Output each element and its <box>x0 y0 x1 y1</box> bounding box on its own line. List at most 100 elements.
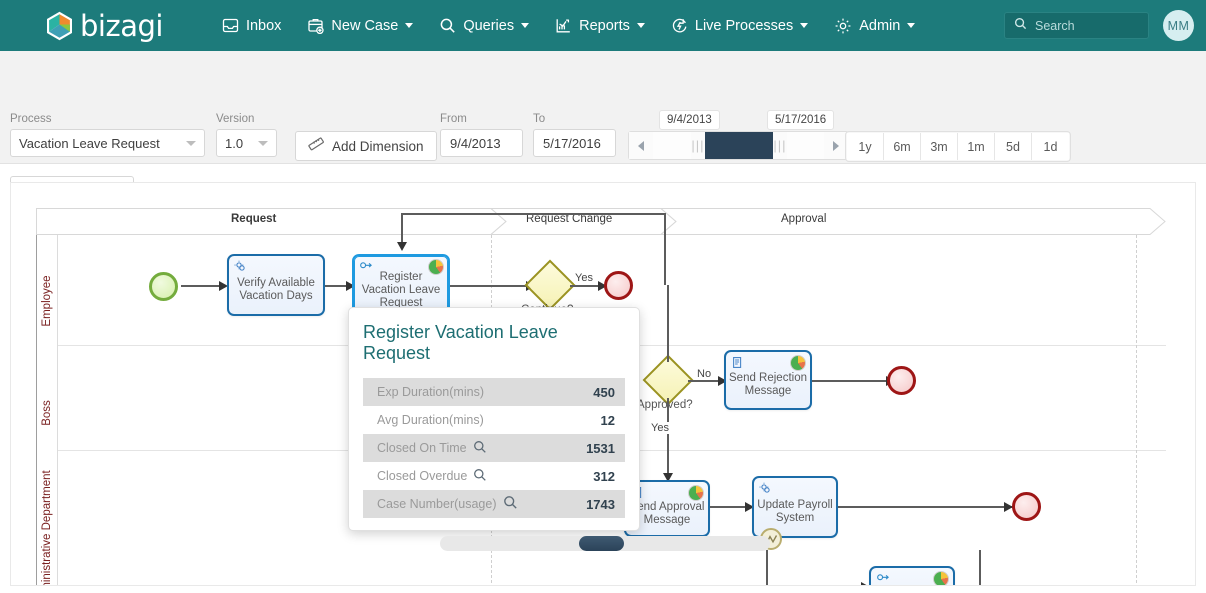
brand-logo[interactable]: bizagi <box>46 11 163 41</box>
task-verify-available-vacation-days[interactable]: Verify Available Vacation Days <box>227 254 325 316</box>
sequence-flow <box>664 213 666 285</box>
period-button-3m[interactable]: 3m <box>921 133 958 160</box>
metric-key: Exp Duration(mins) <box>377 385 484 399</box>
nav-label-admin: Admin <box>859 17 901 34</box>
scrollbar-thumb[interactable] <box>579 536 624 551</box>
nav-item-reports[interactable]: Reports <box>542 9 658 42</box>
reports-chart-icon <box>555 17 572 34</box>
metric-row-closed-overdue: Closed Overdue 312 <box>363 462 625 490</box>
version-select-value: 1.0 <box>225 135 244 151</box>
metric-key: Case Number(usage) <box>377 497 497 511</box>
to-date-input[interactable]: 5/17/2016 <box>533 129 616 157</box>
chevron-down-icon <box>521 23 530 28</box>
from-field: From 9/4/2013 <box>440 113 523 157</box>
flow-label-yes: Yes <box>574 272 594 284</box>
user-avatar[interactable]: MM <box>1163 10 1194 41</box>
diagram-horizontal-scrollbar[interactable] <box>440 536 770 551</box>
version-label: Version <box>216 113 255 125</box>
to-date-value: 5/17/2016 <box>543 135 601 151</box>
gateway-continue[interactable] <box>524 259 576 311</box>
range-tooltip-left: 9/4/2013 <box>659 110 720 130</box>
search-input[interactable] <box>1033 17 1143 34</box>
end-event-boss[interactable] <box>887 366 916 395</box>
new-case-icon <box>307 17 325 34</box>
task-send-rejection-message[interactable]: Send Rejection Message <box>724 350 812 410</box>
process-select[interactable]: Vacation Leave Request <box>10 129 205 157</box>
range-handle-right[interactable]: ||| <box>773 132 787 159</box>
chevron-down-icon <box>907 23 916 28</box>
process-select-value: Vacation Leave Request <box>19 135 160 151</box>
end-event-administrative[interactable] <box>1012 492 1041 521</box>
flow-arrow-icon <box>397 242 407 251</box>
range-prev-button[interactable] <box>629 132 653 159</box>
version-field: Version 1.0 <box>216 113 277 157</box>
sequence-flow <box>181 285 223 287</box>
sequence-flow <box>450 285 534 287</box>
nav-item-admin[interactable]: Admin <box>821 9 928 43</box>
phase-label-approval: Approval <box>781 213 827 225</box>
nav-item-inbox[interactable]: Inbox <box>209 9 294 42</box>
task-update-payroll[interactable]: Update Payroll <box>869 566 955 585</box>
inbox-icon <box>222 17 239 34</box>
nav-right-cluster: MM <box>1004 0 1194 51</box>
sequence-flow <box>667 285 669 362</box>
metric-row-closed-on-time: Closed On Time 1531 <box>363 434 625 462</box>
popup-title: Register Vacation Leave Request <box>363 322 558 363</box>
sequence-flow <box>812 380 894 382</box>
metric-key-wrap: Case Number(usage) <box>377 495 518 513</box>
add-dimension-button[interactable]: Add Dimension <box>295 131 437 161</box>
sequence-flow <box>401 213 403 243</box>
period-button-1m[interactable]: 1m <box>958 133 995 160</box>
period-button-6m[interactable]: 6m <box>884 133 921 160</box>
metric-row-exp-duration: Exp Duration(mins) 450 <box>363 378 625 406</box>
version-select[interactable]: 1.0 <box>216 129 277 157</box>
metric-key-wrap: Closed On Time <box>377 440 487 457</box>
period-selector: 1y 6m 3m 1m 5d 1d <box>845 131 1071 162</box>
period-segmented-control: 1y 6m 3m 1m 5d 1d <box>845 131 1071 162</box>
metric-value: 1531 <box>586 440 615 456</box>
nav-item-new-case[interactable]: New Case <box>294 9 426 42</box>
magnifier-icon[interactable] <box>503 495 518 513</box>
gear-icon <box>834 17 852 35</box>
sequence-flow <box>710 506 750 508</box>
magnifier-icon[interactable] <box>473 468 487 485</box>
from-date-input[interactable]: 9/4/2013 <box>440 129 523 157</box>
start-event[interactable] <box>149 272 178 301</box>
live-processes-icon <box>671 17 688 34</box>
search-icon <box>439 17 456 34</box>
metric-row-avg-duration: Avg Duration(mins) 12 <box>363 406 625 434</box>
nav-item-live-processes[interactable]: Live Processes <box>658 9 821 42</box>
arrow-right-icon <box>833 140 839 151</box>
sequence-flow <box>979 550 981 585</box>
task-performance-pie-icon <box>933 571 949 585</box>
date-range-slider[interactable]: ||| ||| 9/4/2013 5/17/2016 <box>628 110 849 160</box>
phase-divider <box>1136 235 1137 585</box>
sequence-flow <box>766 550 768 585</box>
sequence-flow <box>401 213 666 215</box>
from-date-value: 9/4/2013 <box>450 135 501 151</box>
range-handle-left[interactable]: ||| <box>691 132 705 159</box>
arrow-left-icon <box>638 140 644 151</box>
bizagi-hexagon-icon <box>46 11 73 41</box>
process-label: Process <box>10 113 52 125</box>
sequence-flow <box>667 398 669 476</box>
range-track[interactable]: ||| ||| <box>653 132 824 159</box>
end-event-employee[interactable] <box>604 271 633 300</box>
period-button-5d[interactable]: 5d <box>995 133 1032 160</box>
script-task-icon <box>731 356 744 373</box>
period-button-1y[interactable]: 1y <box>847 133 884 160</box>
sequence-flow <box>838 506 1016 508</box>
add-dimension-wrap: Add Dimension <box>295 131 437 161</box>
magnifier-icon[interactable] <box>473 440 487 457</box>
to-field: To 5/17/2016 <box>533 113 616 157</box>
global-search-box[interactable] <box>1004 12 1149 39</box>
to-label: To <box>533 113 546 125</box>
metric-row-case-number: Case Number(usage) 1743 <box>363 490 625 518</box>
metric-value: 312 <box>593 468 615 484</box>
chevron-down-icon <box>405 23 414 28</box>
metric-key-wrap: Closed Overdue <box>377 468 487 485</box>
lane-header-column: Employee Boss ministrative Department <box>36 235 58 585</box>
nav-item-queries[interactable]: Queries <box>426 9 542 42</box>
period-button-1d[interactable]: 1d <box>1032 133 1069 160</box>
chevron-down-icon <box>186 140 196 146</box>
